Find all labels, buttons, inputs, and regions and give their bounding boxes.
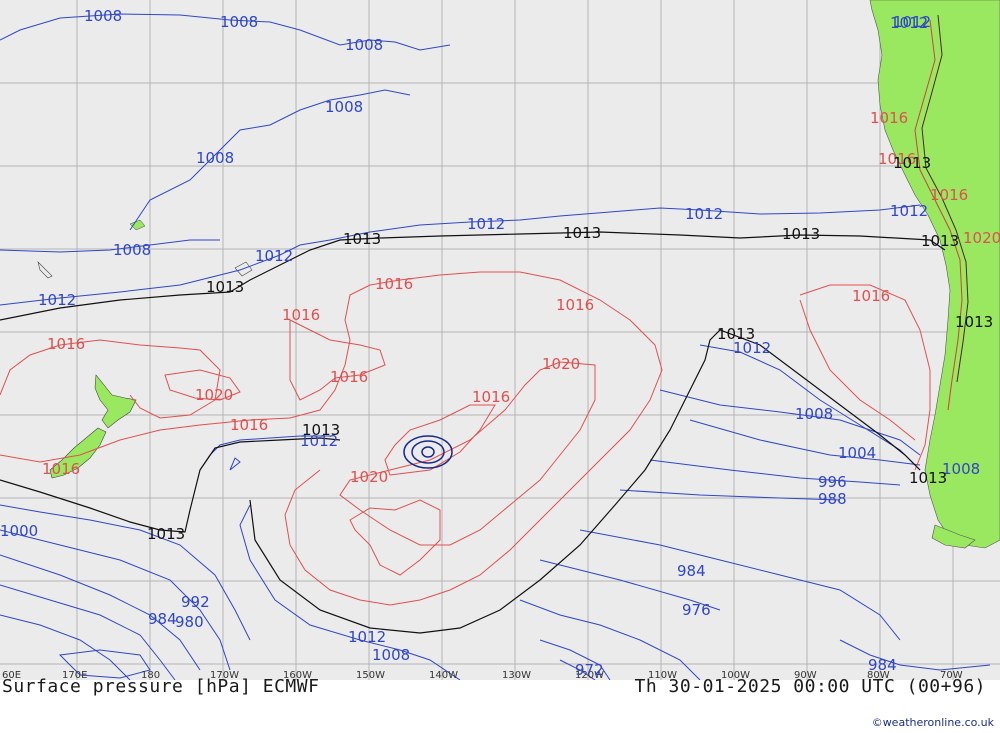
valid-time: Th 30-01-2025 00:00 UTC (00+96) <box>634 676 986 697</box>
credit-link[interactable]: ©weatheronline.co.uk <box>872 716 994 729</box>
isobar-label: 1012 <box>255 247 293 265</box>
map-title: Surface pressure [hPa] ECMWF <box>2 676 320 697</box>
isobar-label: 1016 <box>47 335 85 353</box>
weather-map-frame: 60E 170E 180 170W 160W 150W 140W 130W 12… <box>0 0 1000 733</box>
isobar-label: 984 <box>868 656 897 674</box>
isobar-label: 1008 <box>113 241 151 259</box>
isobar-label: 1008 <box>325 98 363 116</box>
isobar-label: 972 <box>575 661 604 679</box>
isobar-label: 1020 <box>963 229 1000 247</box>
isobar-label: 1013 <box>955 313 993 331</box>
isobar-label: 996 <box>818 473 847 491</box>
isobar-label: 1020 <box>350 468 388 486</box>
isobar-label: 988 <box>818 490 847 508</box>
isobar-label: 1016 <box>930 186 968 204</box>
isobar-label: 1013 <box>717 325 755 343</box>
isobar-label: 1016 <box>852 287 890 305</box>
isobar-label: 1012 <box>38 291 76 309</box>
isobar-label: 1008 <box>196 149 234 167</box>
isobar-label: 1016 <box>42 460 80 478</box>
isobar-label: 1020 <box>195 386 233 404</box>
isobar-label: 1012 <box>348 628 386 646</box>
isobar-label: 1012 <box>467 215 505 233</box>
isobar-label: 980 <box>175 613 204 631</box>
isobar-label: 1016 <box>230 416 268 434</box>
isobar-label: 1012 <box>685 205 723 223</box>
isobar-label: 1016 <box>472 388 510 406</box>
isobar-label: 1013 <box>909 469 947 487</box>
isobar-label: 984 <box>677 562 706 580</box>
isobar-label: 992 <box>181 593 210 611</box>
isobar-label: 1013 <box>343 230 381 248</box>
isobar-label: 1020 <box>542 355 580 373</box>
lon-label: 140W <box>429 670 458 680</box>
isobar-label: 1012 <box>890 202 928 220</box>
isobar-label: 1013 <box>302 421 340 439</box>
isobar-label: 976 <box>682 601 711 619</box>
isobar-label: 1013 <box>921 232 959 250</box>
isobar-label: 1013 <box>893 154 931 172</box>
isobar-label: 1000 <box>0 522 38 540</box>
isobar-label: 1016 <box>556 296 594 314</box>
isobar-label: 1012 <box>893 13 931 31</box>
isobar-label: 1016 <box>282 306 320 324</box>
lon-label: 150W <box>356 670 385 680</box>
isobar-label: 1008 <box>220 13 258 31</box>
isobar-label: 1004 <box>838 444 876 462</box>
isobar-label: 1016 <box>375 275 413 293</box>
isobar-label: 1016 <box>330 368 368 386</box>
isobar-label: 1008 <box>795 405 833 423</box>
isobar-label: 1013 <box>563 224 601 242</box>
isobar-label: 1008 <box>345 36 383 54</box>
isobar-label: 1013 <box>782 225 820 243</box>
isobar-label: 1008 <box>942 460 980 478</box>
isobar-label: 1013 <box>206 278 244 296</box>
lon-label: 130W <box>502 670 531 680</box>
isobar-label: 1008 <box>372 646 410 664</box>
pressure-map: 60E 170E 180 170W 160W 150W 140W 130W 12… <box>0 0 1000 680</box>
isobar-label: 1008 <box>84 7 122 25</box>
isobar-label: 1013 <box>147 525 185 543</box>
isobar-label: 1016 <box>870 109 908 127</box>
isobar-label: 984 <box>148 610 177 628</box>
